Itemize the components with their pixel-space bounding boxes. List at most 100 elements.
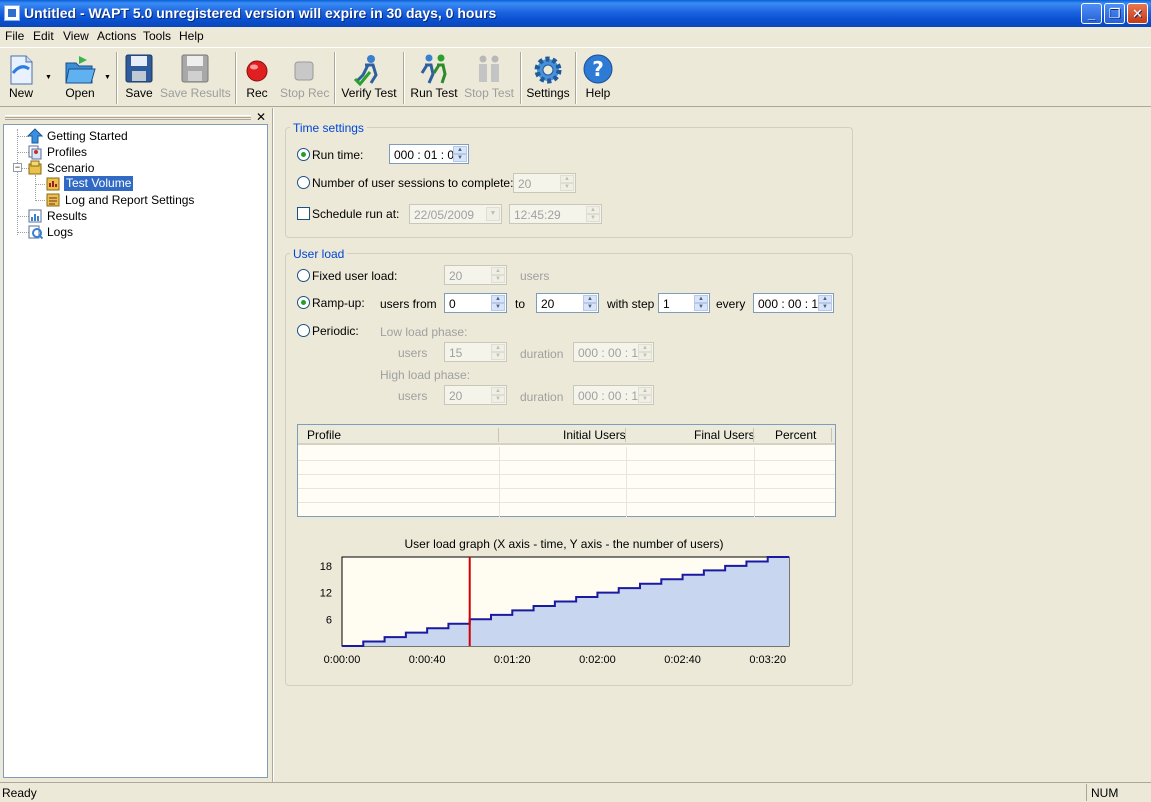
stop-rec-button[interactable]: Stop Rec [280, 48, 330, 106]
low-duration-value: 000 : 00 : 10 [578, 346, 645, 360]
run-time-spinner[interactable]: 000 : 01 : 00 ▲ ▼ [389, 144, 469, 164]
users-to-spinner[interactable]: 20 ▲ ▼ [536, 293, 599, 313]
spin-down-icon[interactable]: ▼ [638, 352, 652, 360]
menu-file[interactable]: File [5, 29, 24, 43]
sessions-spinner[interactable]: 20 ▲ ▼ [513, 173, 576, 193]
fixed-load-radio[interactable] [297, 269, 310, 282]
fixed-users-value: 20 [449, 269, 463, 283]
column-header-initial-users[interactable]: Initial Users [563, 428, 626, 442]
open-button[interactable]: Open [58, 48, 102, 106]
spin-up-icon[interactable]: ▲ [491, 344, 505, 352]
spin-up-icon[interactable]: ▲ [560, 175, 574, 183]
column-header-percent[interactable]: Percent [775, 428, 816, 442]
schedule-time-spinner[interactable]: 12:45:29 ▲ ▼ [509, 204, 602, 224]
toolbar-separator [403, 52, 405, 104]
scenario-expander[interactable]: − [13, 163, 22, 172]
users-from-spinner[interactable]: 0 ▲ ▼ [444, 293, 507, 313]
open-dropdown-arrow-icon[interactable]: ▼ [104, 74, 111, 81]
spin-down-icon[interactable]: ▼ [694, 303, 708, 311]
menu-edit[interactable]: Edit [33, 29, 54, 43]
pane-grip[interactable] [5, 115, 251, 120]
toolbar-separator [520, 52, 522, 104]
project-tree[interactable]: − Getting Started Profiles Scenario Test… [3, 124, 268, 778]
spin-up-icon[interactable]: ▲ [491, 295, 505, 303]
schedule-date-value: 22/05/2009 [414, 208, 475, 222]
column-divider[interactable] [831, 428, 832, 442]
new-label: New [8, 86, 33, 100]
spin-down-icon[interactable]: ▼ [638, 395, 652, 403]
gear-icon [534, 56, 562, 84]
x-tick-label: 0:02:00 [579, 654, 616, 666]
spin-up-icon[interactable]: ▲ [638, 387, 652, 395]
x-tick-label: 0:02:40 [664, 654, 701, 666]
rec-button[interactable]: Rec [241, 48, 273, 106]
spin-up-icon[interactable]: ▲ [818, 295, 832, 303]
stop-test-button[interactable]: Stop Test [463, 48, 515, 106]
column-divider[interactable] [625, 428, 626, 442]
spin-down-icon[interactable]: ▼ [560, 183, 574, 191]
spin-up-icon[interactable]: ▲ [583, 295, 597, 303]
spin-down-icon[interactable]: ▼ [586, 214, 600, 222]
rampup-radio[interactable] [297, 296, 310, 309]
spin-down-icon[interactable]: ▼ [491, 395, 505, 403]
high-duration-spinner[interactable]: 000 : 00 : 10 ▲ ▼ [573, 385, 654, 405]
menu-help[interactable]: Help [179, 29, 204, 43]
status-text: Ready [2, 786, 37, 800]
schedule-date-picker[interactable]: 22/05/2009 ▼ [409, 204, 502, 224]
spin-down-icon[interactable]: ▼ [491, 352, 505, 360]
spin-down-icon[interactable]: ▼ [583, 303, 597, 311]
spin-down-icon[interactable]: ▼ [453, 154, 467, 162]
pane-close-icon[interactable]: ✕ [256, 110, 266, 124]
fixed-users-spinner[interactable]: 20 ▲ ▼ [444, 265, 507, 285]
settings-button[interactable]: Settings [526, 48, 570, 106]
grid-line [626, 447, 627, 517]
menu-view[interactable]: View [63, 29, 89, 43]
profile-table[interactable]: Profile Initial Users Final Users Percen… [297, 424, 836, 517]
save-results-button[interactable]: Save Results [160, 48, 231, 106]
spin-up-icon[interactable]: ▲ [491, 267, 505, 275]
low-duration-label: duration [520, 347, 564, 361]
spin-up-icon[interactable]: ▲ [453, 146, 467, 154]
step-spinner[interactable]: 1 ▲ ▼ [658, 293, 710, 313]
menu-actions[interactable]: Actions [97, 29, 136, 43]
every-spinner[interactable]: 000 : 00 : 10 ▲ ▼ [753, 293, 834, 313]
stop-rec-label: Stop Rec [280, 86, 330, 100]
verify-test-button[interactable]: Verify Test [340, 48, 398, 106]
restore-button[interactable]: ❐ [1104, 3, 1125, 24]
column-header-final-users[interactable]: Final Users [694, 428, 755, 442]
open-folder-icon [65, 56, 96, 84]
column-header-profile[interactable]: Profile [307, 428, 341, 442]
x-tick-label: 0:00:40 [409, 654, 446, 666]
high-users-spinner[interactable]: 20 ▲ ▼ [444, 385, 507, 405]
settings-label: Settings [526, 86, 570, 100]
high-phase-label: High load phase: [380, 368, 471, 382]
menu-tools[interactable]: Tools [143, 29, 171, 43]
spin-up-icon[interactable]: ▲ [491, 387, 505, 395]
tree-connector [35, 200, 45, 201]
periodic-radio[interactable] [297, 324, 310, 337]
column-divider[interactable] [498, 428, 499, 442]
new-button[interactable]: New [2, 48, 40, 106]
low-users-spinner[interactable]: 15 ▲ ▼ [444, 342, 507, 362]
spin-down-icon[interactable]: ▼ [491, 275, 505, 283]
column-divider[interactable] [753, 428, 754, 442]
save-button[interactable]: Save [122, 48, 156, 106]
help-button[interactable]: ? Help [581, 48, 615, 106]
pane-splitter[interactable] [272, 108, 274, 782]
spin-down-icon[interactable]: ▼ [491, 303, 505, 311]
schedule-checkbox[interactable] [297, 207, 310, 220]
spin-up-icon[interactable]: ▲ [586, 206, 600, 214]
minimize-button[interactable]: _ [1081, 3, 1102, 24]
spin-down-icon[interactable]: ▼ [818, 303, 832, 311]
spin-up-icon[interactable]: ▲ [694, 295, 708, 303]
chevron-down-icon[interactable]: ▼ [486, 207, 500, 221]
spin-up-icon[interactable]: ▲ [638, 344, 652, 352]
sessions-radio[interactable] [297, 176, 310, 189]
tree-connector [35, 175, 36, 201]
close-button[interactable]: ✕ [1127, 3, 1148, 24]
run-test-button[interactable]: Run Test [409, 48, 459, 106]
new-dropdown-arrow-icon[interactable]: ▼ [45, 74, 52, 81]
run-time-radio[interactable] [297, 148, 310, 161]
run-time-label: Run time: [312, 148, 364, 162]
low-duration-spinner[interactable]: 000 : 00 : 10 ▲ ▼ [573, 342, 654, 362]
